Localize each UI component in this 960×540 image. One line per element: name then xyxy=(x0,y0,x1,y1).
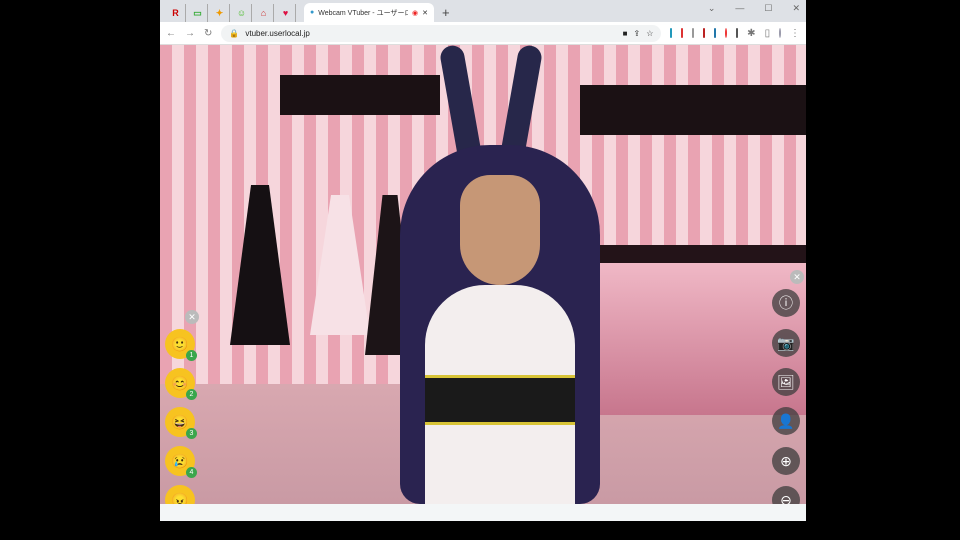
zoom-in-icon: ⊕ xyxy=(780,452,792,469)
room-curtain xyxy=(280,75,440,115)
expression-number: 2 xyxy=(186,389,197,400)
extension-icon[interactable] xyxy=(703,28,706,38)
maximize-button[interactable]: ☐ xyxy=(764,3,772,14)
zoom-out-icon: ⊖ xyxy=(780,491,792,505)
extension-icon[interactable] xyxy=(725,28,728,38)
avatar-sash xyxy=(425,375,575,425)
recording-icon: ◉ xyxy=(412,9,419,17)
vtuber-stage: ✕ 🙂1 😊2 😆3 😢4 😠5 ✕ ⓘ 📷 🖼 👤 ⊕ ⊖ xyxy=(160,45,806,504)
side-panel-icon[interactable]: ▯ xyxy=(765,28,771,39)
new-tab-button[interactable]: + xyxy=(442,5,450,20)
expression-button-1[interactable]: 🙂 1 xyxy=(165,329,197,361)
extension-icon[interactable] xyxy=(714,28,717,38)
pinned-tab[interactable]: ▭ xyxy=(188,4,208,22)
menu-kebab-icon[interactable]: ⋮ xyxy=(790,28,800,39)
background-button[interactable]: 🖼 xyxy=(772,368,800,396)
close-side-menu-button[interactable]: ✕ xyxy=(790,270,804,284)
avatar-ear xyxy=(500,45,544,157)
pinned-tab[interactable]: ☺ xyxy=(232,4,252,22)
info-button[interactable]: ⓘ xyxy=(772,289,800,317)
share-icon[interactable]: ⇪ xyxy=(634,29,641,38)
emoji-icon: 😆 xyxy=(171,413,189,430)
pinned-tab[interactable]: ♥ xyxy=(276,4,296,22)
pinned-tab[interactable]: ✦ xyxy=(210,4,230,22)
zoom-in-button[interactable]: ⊕ xyxy=(772,447,800,475)
camera-switch-icon: 📷 xyxy=(777,334,795,351)
tab-search-button[interactable]: ⌄ xyxy=(708,3,716,14)
avatar-ear xyxy=(438,45,482,157)
expression-button-3[interactable]: 😆 3 xyxy=(165,407,197,439)
avatar-icon: 👤 xyxy=(777,412,795,429)
close-window-button[interactable]: ✕ xyxy=(792,3,800,14)
close-expressions-button[interactable]: ✕ xyxy=(185,310,199,324)
avatar-face xyxy=(460,175,540,285)
avatar-select-button[interactable]: 👤 xyxy=(772,407,800,435)
address-bar[interactable]: 🔒 vtuber.userlocal.jp ■ ⇪ ☆ xyxy=(221,24,662,42)
expression-number: 1 xyxy=(186,350,197,361)
emoji-icon: 🙂 xyxy=(171,335,189,352)
extensions-puzzle-icon[interactable]: ✱ xyxy=(747,28,755,39)
profile-avatar[interactable] xyxy=(779,28,782,38)
emoji-icon: 😢 xyxy=(171,452,189,469)
room-dress xyxy=(230,185,290,345)
extension-icon[interactable] xyxy=(681,28,684,38)
extension-icon[interactable] xyxy=(670,28,673,38)
room-curtain xyxy=(580,85,806,135)
expression-number: 3 xyxy=(186,428,197,439)
lock-icon: 🔒 xyxy=(229,28,240,38)
reload-icon[interactable]: ↻ xyxy=(204,28,212,39)
bookmark-star-icon[interactable]: ☆ xyxy=(646,29,653,38)
expression-button-2[interactable]: 😊 2 xyxy=(165,368,197,400)
forward-icon[interactable]: → xyxy=(185,28,195,39)
page-bottom-strip xyxy=(160,504,806,521)
tab-webcam-vtuber[interactable]: ● Webcam VTuber - ユーザーローカル ◉ ✕ xyxy=(304,3,434,22)
expression-number: 4 xyxy=(186,467,197,478)
tab-title: Webcam VTuber - ユーザーローカル xyxy=(318,9,409,17)
tab-close-icon[interactable]: ✕ xyxy=(422,9,428,17)
extension-icon[interactable] xyxy=(692,28,695,38)
tab-bar: R ▭ ✦ ☺ ⌂ ♥ ● Webcam VTuber - ユーザーローカル ◉… xyxy=(160,0,806,22)
minimize-button[interactable]: — xyxy=(735,3,744,14)
site-favicon-icon: ● xyxy=(310,9,315,16)
url-text: vtuber.userlocal.jp xyxy=(245,28,310,38)
image-icon: 🖼 xyxy=(777,373,795,390)
pinned-tab[interactable]: R xyxy=(166,4,186,22)
pinned-tab[interactable]: ⌂ xyxy=(254,4,274,22)
emoji-icon: 😊 xyxy=(171,374,189,391)
room-dress xyxy=(310,195,370,335)
toolbar: ← → ↻ 🔒 vtuber.userlocal.jp ■ ⇪ ☆ ✱ ▯ ⋮ xyxy=(160,22,806,45)
back-icon[interactable]: ← xyxy=(166,28,176,39)
emoji-icon: 😠 xyxy=(171,491,189,505)
extension-icon[interactable] xyxy=(736,28,739,38)
camera-icon[interactable]: ■ xyxy=(623,29,628,38)
camera-switch-button[interactable]: 📷 xyxy=(772,329,800,357)
expression-button-4[interactable]: 😢 4 xyxy=(165,446,197,478)
info-icon: ⓘ xyxy=(779,295,793,311)
